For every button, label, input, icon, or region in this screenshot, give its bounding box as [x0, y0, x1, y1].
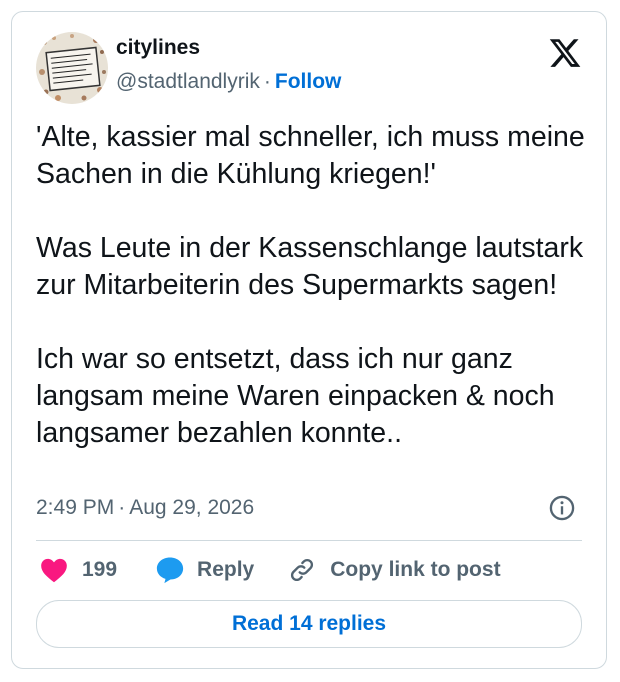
tweet-paragraph: Ich war so entsetzt, dass ich nur ganz l…: [36, 343, 555, 449]
divider: [36, 540, 582, 541]
x-logo-icon[interactable]: [548, 36, 582, 70]
tweet-text: 'Alte, kassier mal schneller, ich muss m…: [36, 119, 596, 452]
read-replies-button[interactable]: Read 14 replies: [36, 600, 582, 648]
author-handle-row: @stadtlandlyrik · Follow: [116, 70, 341, 94]
reply-button[interactable]: Reply: [155, 556, 254, 584]
info-icon[interactable]: [548, 494, 576, 522]
tweet-date: Aug 29, 2026: [129, 496, 255, 519]
heart-icon: [41, 558, 67, 583]
reply-label: Reply: [197, 558, 255, 581]
copy-link-label: Copy link to post: [330, 558, 501, 581]
separator-dot: ·: [263, 70, 271, 93]
author-handle[interactable]: @stadtlandlyrik: [116, 70, 260, 93]
copy-link-button[interactable]: Copy link to post: [288, 556, 501, 584]
tweet-timestamp[interactable]: 2:49 PM · Aug 29, 2026: [36, 496, 254, 520]
read-replies-label: Read 14 replies: [231, 612, 387, 635]
author-display-name[interactable]: citylines: [116, 36, 200, 60]
tweet-time: 2:49 PM: [36, 496, 115, 519]
action-bar: 199 Reply Copy link to post: [40, 552, 501, 588]
like-count: 199: [82, 558, 118, 581]
tweet-card: citylines @stadtlandlyrik · Follow 'Alte, …: [11, 11, 607, 669]
like-button[interactable]: 199: [40, 557, 117, 583]
follow-button[interactable]: Follow: [275, 70, 342, 93]
avatar[interactable]: [36, 32, 108, 104]
tweet-paragraph: 'Alte, kassier mal schneller, ich muss m…: [36, 121, 585, 190]
link-icon: [291, 558, 314, 582]
reply-bubble-icon: [156, 557, 184, 584]
separator-dot: ·: [118, 496, 126, 519]
tweet-paragraph: Was Leute in der Kassenschlange lautstar…: [36, 232, 584, 301]
handwritten-note-avatar-icon: [36, 32, 108, 104]
